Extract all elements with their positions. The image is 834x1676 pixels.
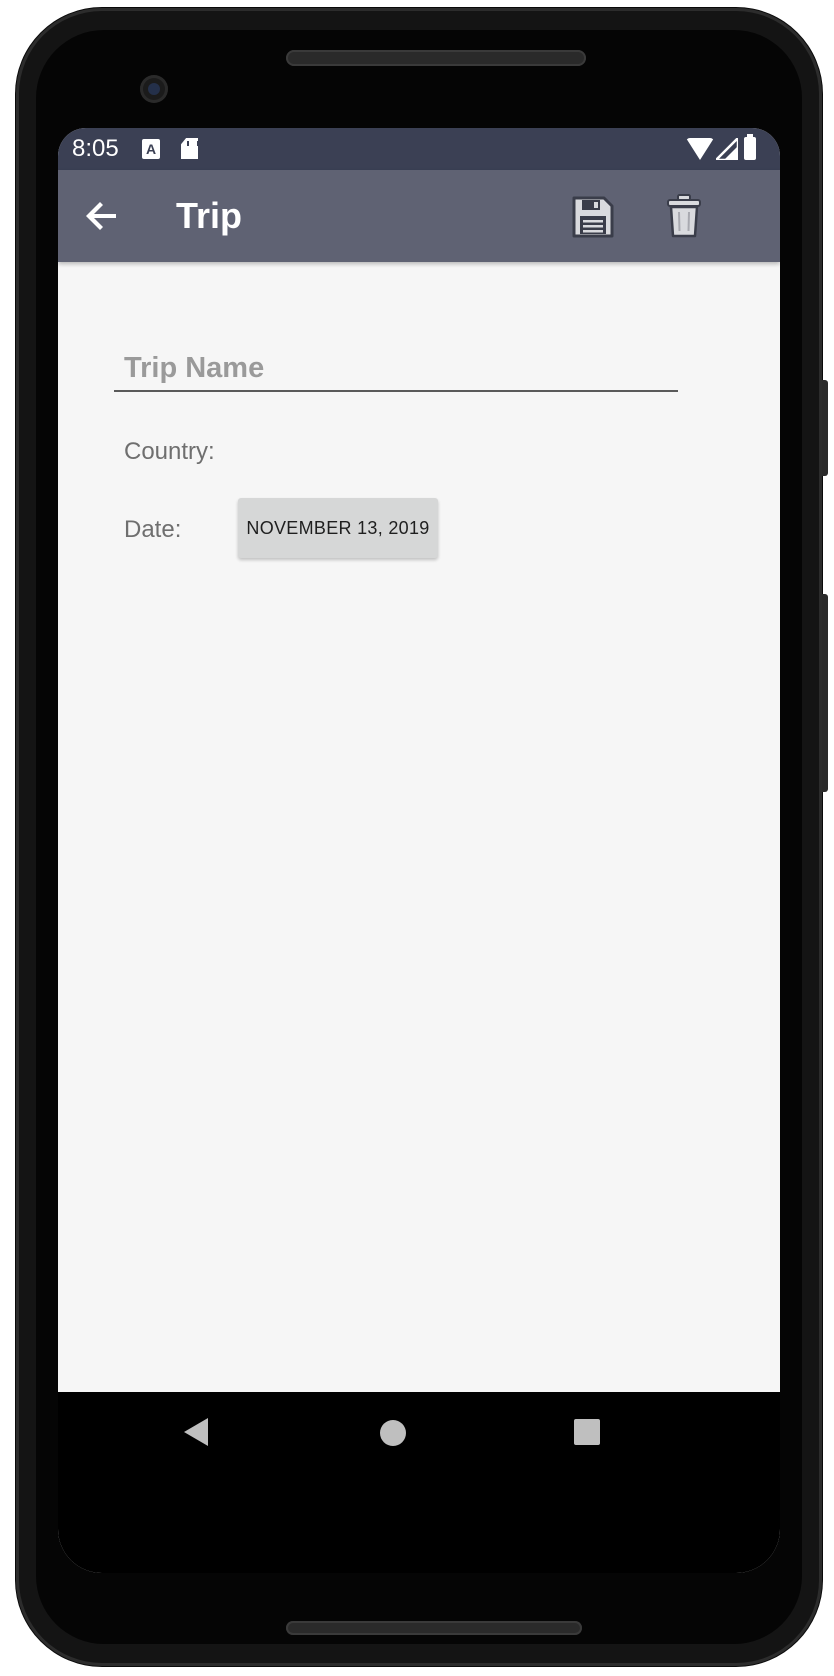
page-title: Trip — [176, 195, 243, 236]
date-picker-button[interactable]: NOVEMBER 13, 2019 — [238, 498, 438, 558]
save-button[interactable] — [570, 194, 616, 240]
system-navigation-bar — [58, 1392, 780, 1573]
trip-name-input[interactable] — [114, 346, 678, 392]
recents-icon[interactable] — [574, 1419, 600, 1445]
back-arrow-icon — [86, 202, 116, 230]
home-icon[interactable] — [380, 1420, 406, 1446]
save-icon — [572, 196, 614, 238]
signal-icon — [716, 138, 738, 160]
sd-card-icon — [181, 138, 198, 159]
front-camera — [140, 75, 168, 103]
status-bar: 8:05 A — [58, 128, 780, 170]
top-speaker-grille — [286, 50, 586, 66]
a-notification-icon: A — [142, 139, 160, 159]
back-button[interactable] — [78, 192, 126, 240]
nav-back-icon[interactable] — [184, 1418, 208, 1446]
app-screen: 8:05 A Trip Trip Name Country: Date: NOV… — [58, 128, 780, 1573]
date-label: Date: — [124, 516, 182, 543]
status-time: 8:05 — [72, 135, 119, 162]
volume-button — [822, 594, 828, 792]
power-button — [822, 380, 828, 476]
bottom-speaker-grille — [286, 1621, 582, 1635]
wifi-icon — [686, 138, 714, 160]
delete-button[interactable] — [664, 192, 704, 240]
app-bar: Trip — [58, 170, 780, 262]
country-label: Country: — [124, 438, 215, 465]
delete-icon — [667, 194, 701, 238]
battery-icon — [744, 134, 756, 160]
